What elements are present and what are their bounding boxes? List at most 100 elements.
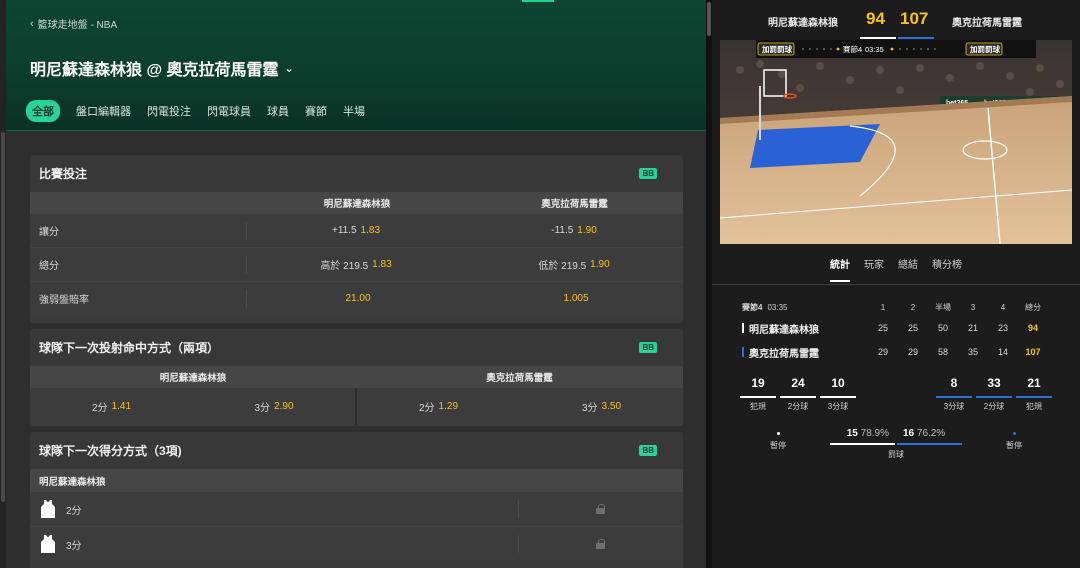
tab-bet-builder[interactable]: 盤口編輯器 [76,100,131,122]
odds-cell-home-total[interactable]: 高於 219.5 1.83 [247,257,465,272]
tab-quarters[interactable]: 賽節 [305,100,327,122]
stat-value: 33 [987,376,1001,390]
line-value: 低於 219.5 [538,261,587,272]
quarter-score: 29 [877,347,888,357]
scoreboard-header: 明尼蘇達森林狼 94 107 奧克拉荷馬雷霆 [712,0,1080,40]
breadcrumb-label[interactable]: 籃球走地盤 - NBA [38,16,117,31]
odds-value: 1.005 [563,293,589,304]
tab-flash-bets[interactable]: 閃電投注 [147,100,191,122]
tab-players-stats[interactable]: 玩家 [864,256,884,282]
odds-cell[interactable]: 3分 2.90 [193,399,355,414]
stat-label: 犯規 [1026,402,1042,411]
panel-header[interactable]: 球隊下一次投射命中方式（兩項） BB [30,329,683,366]
home-mini-stats: 19 犯規 24 2分球 10 3分球 [740,376,856,412]
away-team-header: 奧克拉荷馬雷霆 [541,199,608,210]
bonus-badge-left: 加罰罰球 [761,44,792,54]
odds-cell-away-handicap[interactable]: -11.5 1.90 [465,225,683,236]
odds-value: 1.83 [372,259,392,270]
free-throw-values: 15 78.9% 16 76.2% [830,428,962,439]
tab-players[interactable]: 球員 [267,100,289,122]
top-accent [522,0,554,2]
table-row: 2分 1.41 3分 2.90 2分 1.29 3分 3.50 [30,387,683,425]
panel-header[interactable]: 球隊下一次得分方式（3項) BB [30,432,683,469]
breadcrumb[interactable]: ‹ 籃球走地盤 - NBA [30,16,117,32]
odds-cell-locked[interactable] [519,539,682,549]
odds-cell-home-moneyline[interactable]: 21.00 [247,293,465,304]
panel-title: 球隊下一次投射命中方式（兩項） [39,341,220,355]
chevron-down-icon[interactable]: ⌄ [285,62,294,75]
odds-cell-away-total[interactable]: 低於 219.5 1.90 [465,257,683,272]
stat-fouls-home: 19 犯規 [740,376,776,412]
home-ft-pct: 78.9% [860,428,889,439]
market-label: 總分 [39,261,59,272]
outcome-label: 2分 [418,402,435,414]
stat-label: 2分球 [787,402,809,411]
tab-standings[interactable]: 積分榜 [932,256,962,282]
odds-cell-locked[interactable] [519,504,682,514]
tab-stats[interactable]: 統計 [830,256,850,282]
outcome-label-cell: 2分 [30,499,518,519]
table-row: 2分 [30,491,683,526]
odds-cell[interactable]: 2分 1.41 [30,399,193,414]
lock-icon [596,539,605,549]
team-cell: 奧克拉荷馬雷霆 [742,345,868,360]
tab-half[interactable]: 半場 [343,100,365,122]
middle-scrollbar-thumb[interactable] [707,2,711,36]
table-row: 3分 [30,526,683,561]
odds-value: 1.41 [111,400,132,412]
team-color-bar [742,323,744,333]
line-value: 高於 219.5 [320,261,369,272]
left-scrollbar-thumb[interactable] [1,132,5,502]
odds-cell-away-moneyline[interactable]: 1.005 [465,293,683,304]
home-score: 94 [866,9,885,28]
outcome-label: 3分 [581,402,598,414]
quarter-score: 25 [877,323,888,333]
lock-icon [596,504,605,514]
column-header: 2 [910,302,916,312]
chevron-left-icon[interactable]: ‹ [30,18,34,30]
panel-header[interactable]: 比賽投注 BB [30,155,683,192]
home-team-header: 明尼蘇達森林狼 [159,373,227,384]
away-ft-made: 16 [903,428,915,439]
column-header: 4 [1000,302,1006,312]
table-row: 奧克拉荷馬雷霆 29 29 58 35 14 107 [742,340,1054,364]
jersey-icon [41,500,55,518]
stat-value: 8 [950,376,958,390]
left-scrollbar[interactable] [0,0,6,568]
total-score: 94 [1027,323,1038,333]
stat-fouls-away: 21 犯規 [1016,376,1052,412]
stat-label: 3分球 [827,402,849,411]
tab-all[interactable]: 全部 [26,100,60,122]
away-mini-stats: 8 3分球 33 2分球 21 犯規 [936,376,1052,412]
match-bets-panel: 比賽投注 BB 明尼蘇達森林狼 奧克拉荷馬雷霆 讓分 +11.5 1.83 -1… [30,155,683,323]
free-throw-bar [830,443,962,445]
market-label: 強弱盤賠率 [39,295,89,306]
stat-value: 19 [751,376,765,390]
quarter-score: 23 [997,323,1008,333]
tab-flash-players[interactable]: 閃電球員 [207,100,251,122]
next-shot-panel: 球隊下一次投射命中方式（兩項） BB 明尼蘇達森林狼 奧克拉荷馬雷霆 2分 1.… [30,329,683,426]
odds-value: 1.90 [577,225,597,236]
line-value: -11.5 [551,225,574,236]
stat-value: 10 [831,376,845,390]
bet-builder-badge: BB [639,168,657,179]
total-score: 107 [1025,347,1041,357]
odds-cell-home-handicap[interactable]: +11.5 1.83 [247,225,465,236]
team-name: 奧克拉荷馬雷霆 [749,348,819,360]
court-graphic: bet365 bet365 bet365 加罰罰球 賽節4 03:3 [720,40,1072,244]
team-cell: 明尼蘇達森林狼 [742,321,868,336]
column-header-row: 明尼蘇達森林狼 奧克拉荷馬雷霆 [30,192,683,213]
court-period: 賽節4 [843,44,862,54]
odds-cell[interactable]: 2分 1.29 [357,399,520,414]
outcome-label: 2分 [91,402,108,414]
outcome-label: 2分 [66,505,82,517]
clock-label: 03:35 [767,302,788,312]
home-score-underline [860,37,896,39]
live-court-visualization[interactable]: bet365 bet365 bet365 加罰罰球 賽節4 03:3 [720,40,1072,244]
timeout-dot [1012,432,1016,435]
quarter-score: 35 [967,347,978,357]
tab-summary[interactable]: 總結 [898,256,918,282]
page-title[interactable]: 明尼蘇達森林狼 @ 奧克拉荷馬雷霆 ⌄ [30,56,294,80]
odds-cell[interactable]: 3分 3.50 [520,399,683,414]
box-score-table: 賽節4 03:35 1 2 半場 3 4 總分 明尼蘇達森林狼 25 25 50… [742,298,1054,364]
